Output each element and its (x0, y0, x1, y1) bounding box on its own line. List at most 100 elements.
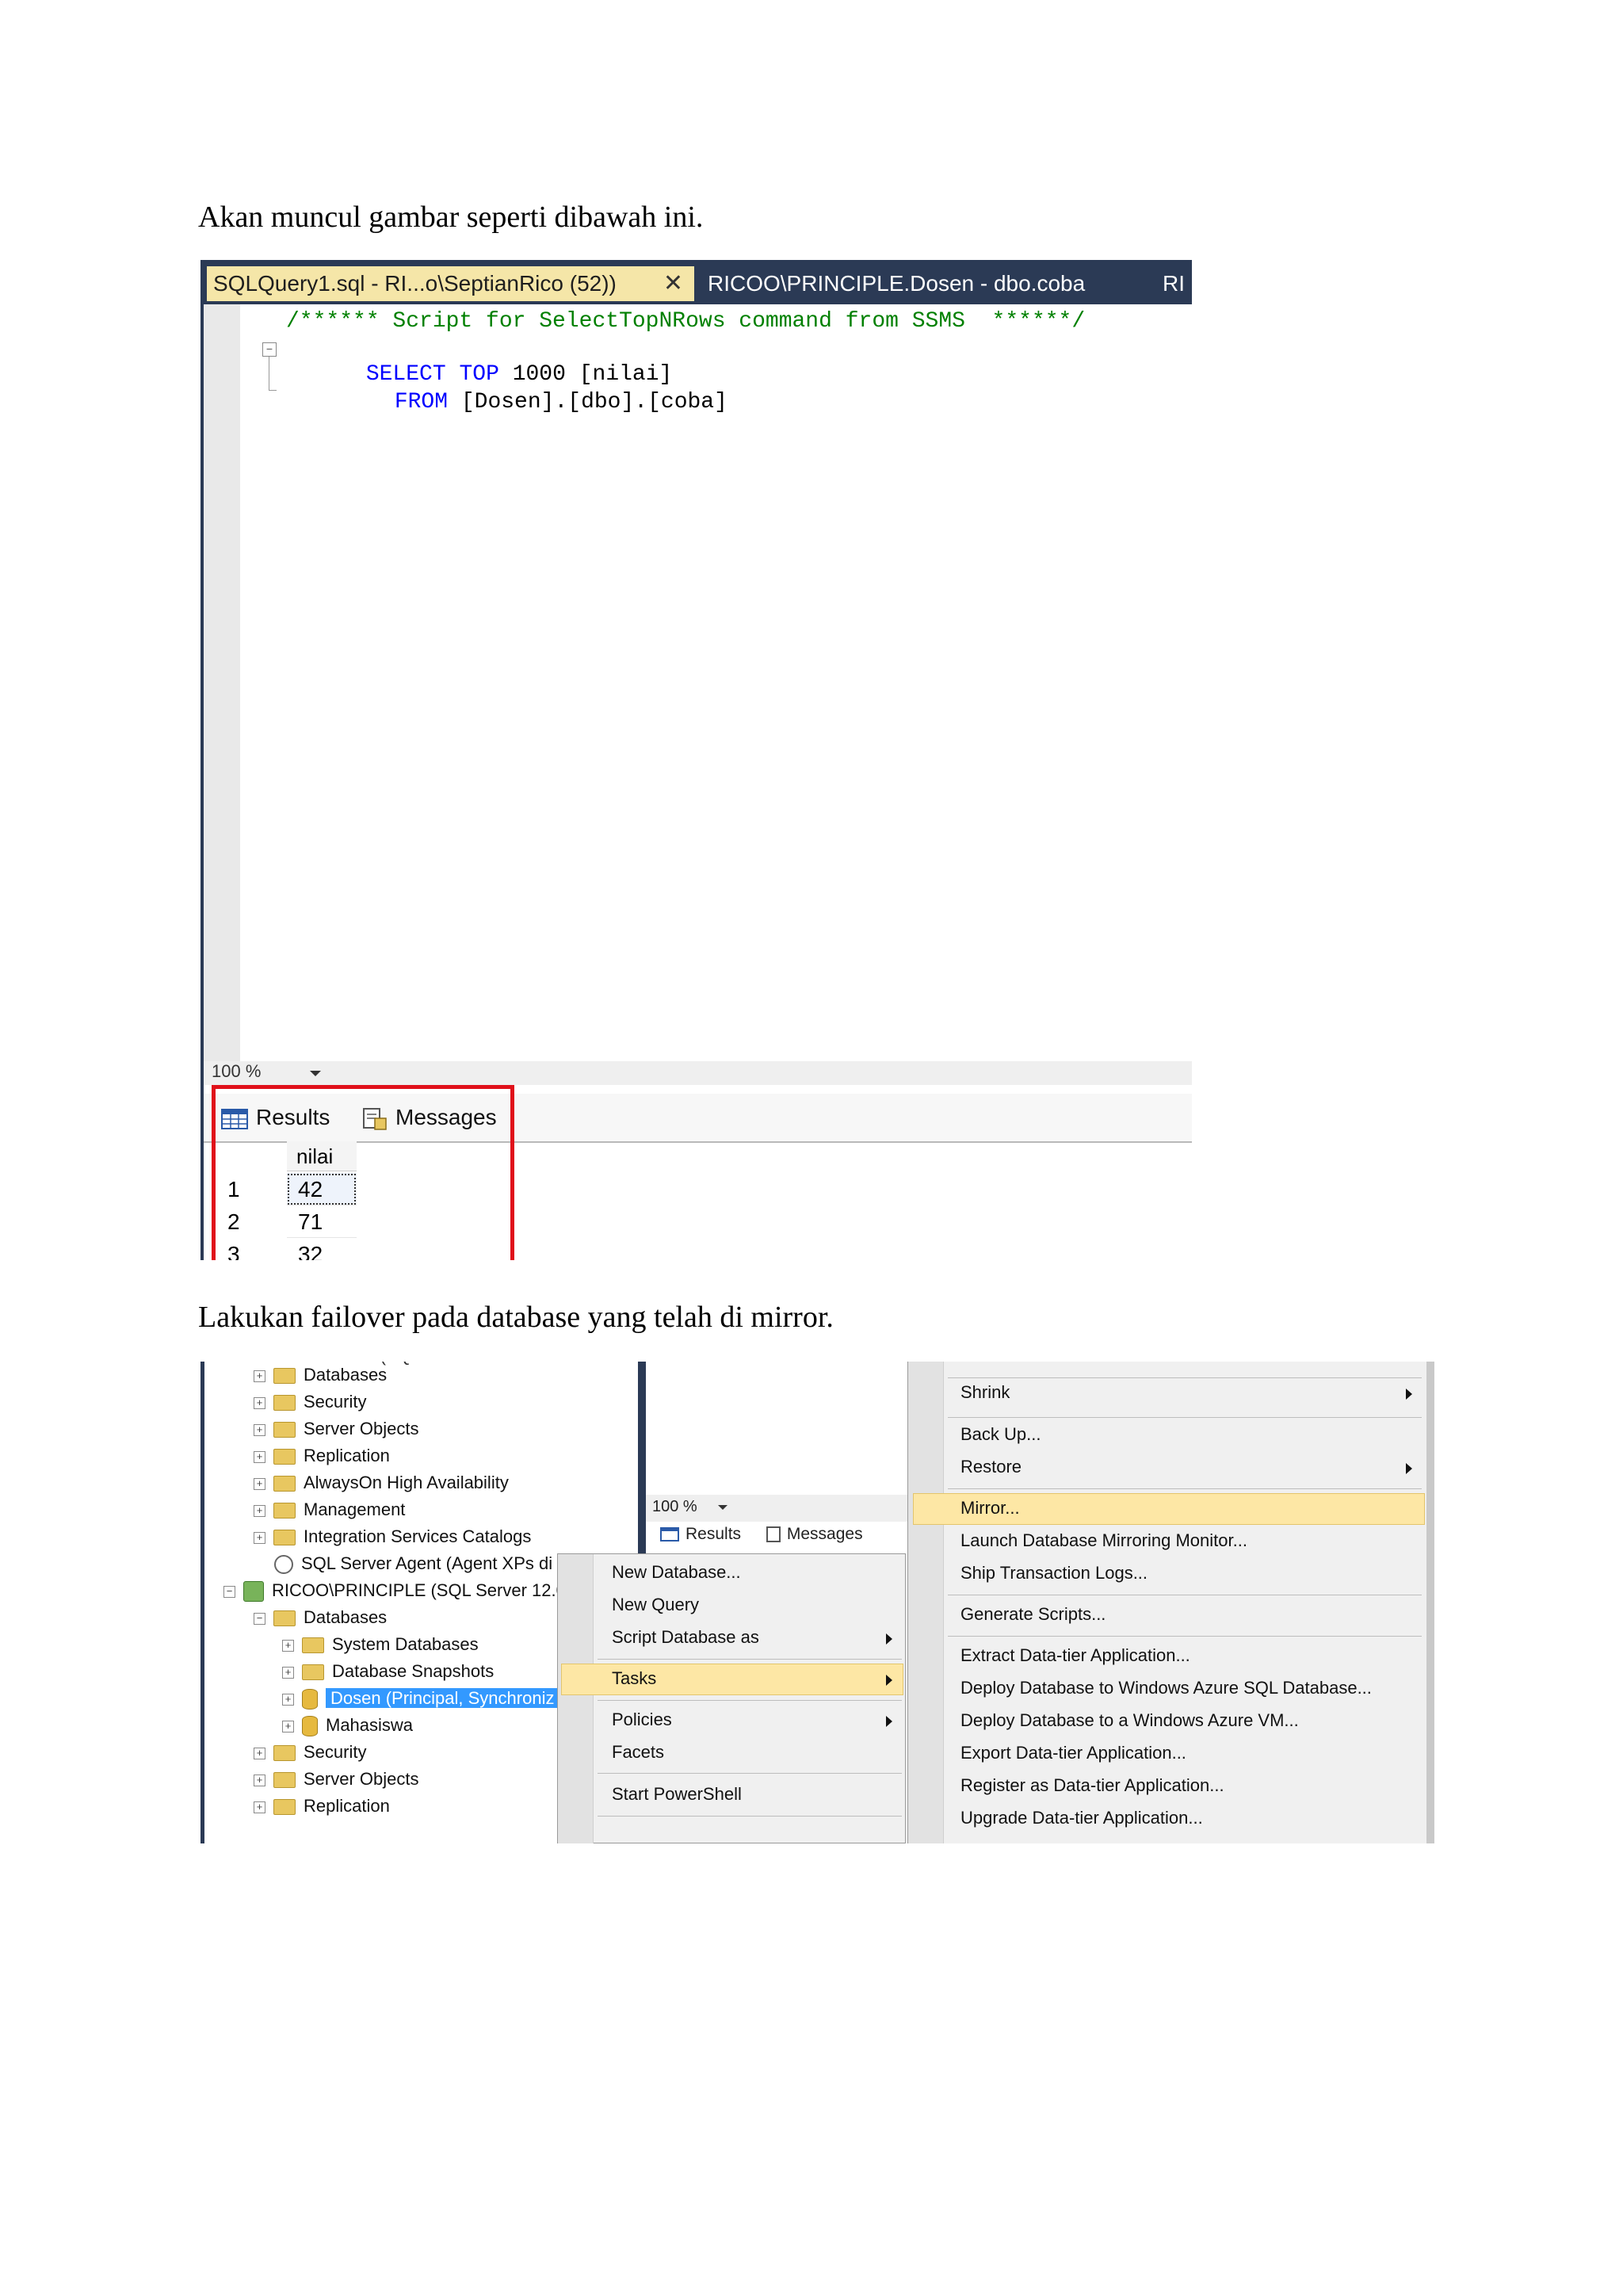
menu-upgrade-dac[interactable]: Upgrade Data-tier Application... (960, 1808, 1203, 1828)
menu-ship-transaction-logs[interactable]: Ship Transaction Logs... (960, 1563, 1148, 1584)
tab-overflow[interactable]: RI (1163, 266, 1185, 301)
tree-database-snapshots[interactable]: + Database Snapshots (282, 1658, 494, 1685)
menu-facets[interactable]: Facets (612, 1742, 664, 1763)
tree-security-2[interactable]: + Security (254, 1739, 366, 1766)
menu-register-dac[interactable]: Register as Data-tier Application... (960, 1775, 1224, 1796)
submenu-arrow-icon (886, 1716, 892, 1727)
tree-security[interactable]: + Security (254, 1389, 366, 1415)
tree-alwayson[interactable]: + AlwaysOn High Availability (254, 1469, 509, 1496)
expand-icon[interactable]: + (282, 1720, 294, 1733)
menu-start-powershell[interactable]: Start PowerShell (612, 1784, 742, 1805)
folder-icon (273, 1395, 296, 1412)
menu-new-database[interactable]: New Database... (612, 1562, 741, 1583)
document-tab-bar: SQLQuery1.sql - RI...o\SeptianRico (52))… (204, 260, 1192, 304)
tree-management[interactable]: + Management (254, 1496, 405, 1523)
tree-dosen-database[interactable]: + Dosen (Principal, Synchroniz (282, 1685, 559, 1712)
menu-separator (948, 1488, 1422, 1489)
folder-icon (302, 1664, 324, 1681)
tree-sql-agent[interactable]: SQL Server Agent (Agent XPs di (274, 1550, 552, 1577)
menu-shrink[interactable]: Shrink (960, 1382, 1010, 1403)
fold-guide-end (269, 390, 277, 391)
menu-back-up[interactable]: Back Up... (960, 1424, 1041, 1445)
menu-extract-dac[interactable]: Extract Data-tier Application... (960, 1645, 1190, 1666)
tree-principle-server[interactable]: − RICOO\PRINCIPLE (SQL Server 12.0. (223, 1577, 571, 1604)
expand-icon[interactable]: + (282, 1693, 294, 1706)
folder-icon (273, 1503, 296, 1519)
menu-tasks[interactable]: Tasks (612, 1668, 656, 1689)
mid-tab-messages[interactable]: Messages (766, 1525, 863, 1543)
menu-export-dac[interactable]: Export Data-tier Application... (960, 1743, 1186, 1763)
tasks-submenu: Shrink Back Up... Restore Mirror... Laun… (907, 1362, 1434, 1843)
server-icon (243, 1581, 264, 1603)
expand-icon[interactable]: + (254, 1747, 265, 1759)
menu-deploy-azure-vm[interactable]: Deploy Database to a Windows Azure VM... (960, 1710, 1299, 1731)
folder-icon (273, 1799, 296, 1816)
menu-policies[interactable]: Policies (612, 1710, 672, 1730)
folder-icon (273, 1422, 296, 1438)
submenu-arrow-icon (886, 1675, 892, 1686)
folder-icon (273, 1368, 296, 1385)
menu-icon-strip (558, 1554, 594, 1843)
tree-mahasiswa-database[interactable]: + Mahasiswa (282, 1712, 413, 1739)
expand-icon[interactable]: + (254, 1531, 265, 1544)
expand-icon[interactable]: + (254, 1370, 265, 1382)
tree-server-objects-2[interactable]: + Server Objects (254, 1766, 419, 1793)
tree-replication-2[interactable]: + Replication (254, 1793, 390, 1820)
submenu-arrow-icon (1406, 1389, 1412, 1400)
collapse-icon[interactable]: − (254, 1612, 265, 1625)
menu-separator (948, 1636, 1422, 1637)
highlight-box (212, 1085, 514, 1260)
expand-icon[interactable]: + (254, 1396, 265, 1409)
tree-principle-databases[interactable]: − Databases (254, 1604, 387, 1631)
zoom-dropdown-icon[interactable] (310, 1071, 321, 1076)
keyword-from: FROM (394, 390, 449, 415)
code-from-line: FROM [Dosen].[dbo].[coba] (315, 365, 727, 439)
submenu-arrow-icon (1406, 1463, 1412, 1474)
zoom-level[interactable]: 100 % (212, 1061, 261, 1082)
tree-databases[interactable]: + Databases (254, 1362, 387, 1389)
mid-zoom-level[interactable]: 100 % (652, 1498, 727, 1516)
collapse-icon[interactable]: − (223, 1585, 235, 1598)
menu-separator (948, 1377, 1422, 1378)
mid-results-tabs: Results Messages (660, 1525, 863, 1544)
expand-icon[interactable]: + (282, 1639, 294, 1652)
tab-dosen-coba[interactable]: RICOO\PRINCIPLE.Dosen - dbo.coba (708, 266, 1085, 301)
tree-system-databases[interactable]: + System Databases (282, 1631, 479, 1658)
expand-icon[interactable]: + (254, 1801, 265, 1813)
menu-separator (598, 1773, 902, 1774)
menu-shadow (1426, 1362, 1434, 1843)
expand-icon[interactable]: + (254, 1423, 265, 1436)
expand-icon[interactable]: + (254, 1477, 265, 1490)
menu-launch-mirroring-monitor[interactable]: Launch Database Mirroring Monitor... (960, 1530, 1247, 1551)
fold-collapse-icon[interactable]: − (262, 342, 277, 357)
tree-server-objects[interactable]: + Server Objects (254, 1415, 419, 1442)
menu-restore[interactable]: Restore (960, 1457, 1022, 1477)
ssms-query-screenshot: SQLQuery1.sql - RI...o\SeptianRico (52))… (200, 260, 1192, 1260)
expand-icon[interactable]: + (254, 1774, 265, 1786)
menu-generate-scripts[interactable]: Generate Scripts... (960, 1604, 1106, 1625)
agent-icon (274, 1555, 293, 1575)
expand-icon[interactable]: + (254, 1504, 265, 1517)
zoom-bar: 100 % (204, 1061, 1192, 1085)
folder-icon (273, 1772, 296, 1789)
menu-mirror[interactable]: Mirror... (960, 1498, 1020, 1519)
folder-icon (273, 1610, 296, 1627)
mid-tab-results[interactable]: Results (660, 1525, 741, 1543)
menu-script-database-as[interactable]: Script Database as (612, 1627, 759, 1648)
grid-icon (660, 1527, 679, 1542)
dropdown-icon[interactable] (717, 1504, 727, 1510)
tree-replication[interactable]: + Replication (254, 1442, 390, 1469)
code-comment-line: /****** Script for SelectTopNRows comman… (286, 309, 1086, 334)
tree-integration-services[interactable]: + Integration Services Catalogs (254, 1523, 531, 1550)
folder-icon (302, 1637, 324, 1654)
close-icon[interactable]: ✕ (663, 266, 683, 301)
folder-icon (273, 1476, 296, 1492)
expand-icon[interactable]: + (254, 1450, 265, 1463)
query-editor[interactable]: /****** Script for SelectTopNRows comman… (204, 304, 1192, 1061)
menu-new-query[interactable]: New Query (612, 1595, 699, 1615)
expand-icon[interactable]: + (282, 1666, 294, 1679)
menu-deploy-azure-sql[interactable]: Deploy Database to Windows Azure SQL Dat… (960, 1678, 1372, 1698)
tab-sqlquery1[interactable]: SQLQuery1.sql - RI...o\SeptianRico (52))… (207, 266, 694, 301)
database-icon (302, 1689, 318, 1710)
paragraph-1: Akan muncul gambar seperti dibawah ini. (198, 201, 704, 234)
